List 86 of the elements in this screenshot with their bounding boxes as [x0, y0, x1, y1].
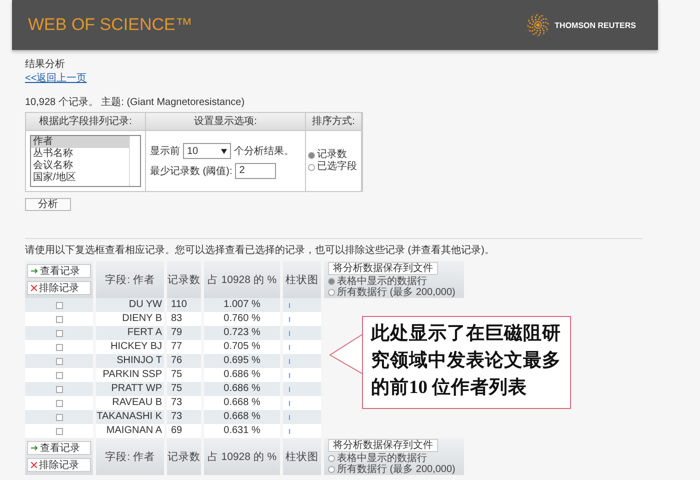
callout-box: 此处显示了在巨磁阻研究领域中发表论文最多的前10 位作者列表 — [362, 316, 571, 409]
back-link[interactable]: <<返回上一页 — [25, 72, 87, 86]
caret-icon — [221, 148, 227, 154]
list-item[interactable]: 会议名称 — [31, 160, 129, 172]
close-icon — [31, 462, 37, 468]
row-checkbox[interactable] — [56, 414, 62, 420]
field-list[interactable]: 作者 丛书名称 会议名称 国家/地区 — [30, 135, 141, 187]
table-cell: 77 — [167, 340, 201, 354]
close-icon — [31, 285, 37, 291]
results-label: 个分析结果。 — [234, 144, 294, 158]
export-option[interactable]: 表格中显示的数据行 — [328, 276, 427, 287]
orb-logo-icon — [526, 13, 550, 37]
table-cell: 0.705 % — [204, 340, 280, 354]
export-option[interactable]: 表格中显示的数据行 — [328, 453, 427, 464]
list-item[interactable]: 国家/地区 — [31, 172, 129, 184]
column-header: 设置显示选项: — [146, 113, 306, 131]
threshold-field[interactable]: 2 — [235, 163, 276, 179]
column-header: 根据此字段排列记录: — [26, 113, 146, 131]
analyze-button[interactable]: 分析 — [25, 198, 71, 211]
row-checkbox[interactable] — [56, 302, 62, 308]
column-header: 占 10928 的 % — [204, 438, 280, 475]
row-checkbox[interactable] — [56, 428, 62, 434]
table-cell: FERT A — [96, 326, 164, 340]
table-cell: 79 — [167, 326, 201, 340]
column-header: 排序方式: — [306, 113, 362, 131]
table-cell: DU YW — [96, 298, 164, 312]
table-cell: 110 — [167, 298, 201, 312]
radio-option[interactable]: 记录数 — [308, 149, 359, 161]
table-cell: MAIGNAN A — [96, 424, 164, 438]
table-cell: 0.686 % — [204, 368, 280, 382]
brand-name: THOMSON REUTERS — [554, 20, 636, 30]
export-option[interactable]: 所有数据行 (最多 200,000) — [328, 287, 456, 298]
list-item[interactable]: 作者 — [31, 136, 129, 148]
table-cell: 0.686 % — [204, 382, 280, 396]
table-cell: 75 — [167, 368, 201, 382]
summary-text: 10,928 个记录。 主题: (Giant Magnetoresistance) — [25, 96, 246, 110]
show-label: 显示前 — [150, 145, 180, 158]
view-records-button[interactable]: 查看记录 — [27, 441, 91, 455]
table-cell: 0.668 % — [204, 396, 280, 410]
column-header: 柱状图 — [283, 438, 321, 475]
row-checkbox[interactable] — [56, 400, 62, 406]
column-header: 占 10928 的 % — [204, 261, 280, 298]
table-cell: DIENY B — [96, 312, 164, 326]
table-cell: HICKEY BJ — [96, 340, 164, 354]
threshold-label: 最少记录数 (阈值): — [150, 164, 232, 178]
table-cell: 76 — [167, 354, 201, 368]
table-cell: 73 — [167, 410, 201, 424]
table-cell: 75 — [167, 382, 201, 396]
exclude-records-button[interactable]: 排除记录 — [27, 458, 91, 472]
table-cell: PRATT WP — [96, 382, 164, 396]
column-header: 记录数 — [167, 261, 201, 298]
arrow-icon — [31, 445, 38, 451]
table-cell: RAVEAU B — [96, 396, 164, 410]
table-cell: 0.760 % — [204, 312, 280, 326]
table-cell: 0.668 % — [204, 410, 280, 424]
row-checkbox[interactable] — [56, 344, 62, 350]
table-cell: SHINJO T — [96, 354, 164, 368]
save-to-file-button[interactable]: 将分析数据保存到文件 — [328, 262, 438, 275]
arrow-icon — [31, 268, 38, 274]
table-cell: 0.723 % — [204, 326, 280, 340]
radio-option[interactable]: 已选字段 — [308, 161, 359, 173]
column-header: 记录数 — [167, 438, 201, 475]
table-cell: 69 — [167, 424, 201, 438]
save-to-file-button[interactable]: 将分析数据保存到文件 — [328, 439, 438, 452]
page-title: 结果分析 — [25, 58, 66, 72]
row-checkbox[interactable] — [56, 358, 62, 364]
list-item[interactable]: 丛书名称 — [31, 148, 129, 160]
table-cell: TAKANASHI K — [96, 410, 164, 424]
table-cell: 0.631 % — [204, 424, 280, 438]
row-checkbox[interactable] — [56, 316, 62, 322]
column-header: 柱状图 — [283, 261, 321, 298]
exclude-records-button[interactable]: 排除记录 — [27, 281, 91, 295]
instruction-text: 请使用以下复选框查看相应记录。您可以选择查看已选择的记录，也可以排除这些记录 (并查看其他记录)。 — [25, 245, 496, 257]
table-cell: 1.007 % — [204, 298, 280, 312]
row-checkbox[interactable] — [56, 372, 62, 378]
column-header: 字段: 作者 — [96, 438, 164, 475]
table-cell: 83 — [167, 312, 201, 326]
table-cell: 0.695 % — [204, 354, 280, 368]
export-option[interactable]: 所有数据行 (最多 200,000) — [328, 464, 456, 475]
count-dropdown[interactable]: 10 — [183, 143, 231, 159]
table-cell: 73 — [167, 396, 201, 410]
view-records-button[interactable]: 查看记录 — [27, 264, 91, 278]
column-header: 字段: 作者 — [96, 261, 164, 298]
row-checkbox[interactable] — [56, 386, 62, 392]
table-cell: PARKIN SSP — [96, 368, 164, 382]
row-checkbox[interactable] — [56, 330, 62, 336]
